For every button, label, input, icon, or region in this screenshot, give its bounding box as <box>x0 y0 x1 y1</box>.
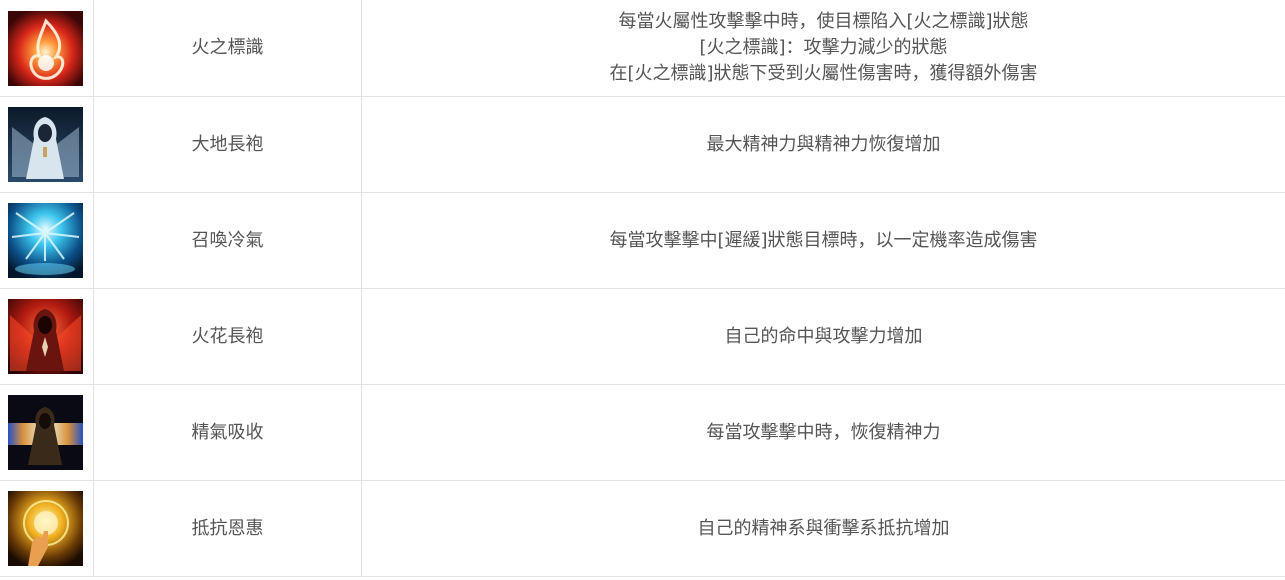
description-line: 每當攻擊擊中時，恢復精神力 <box>706 421 941 443</box>
table-row: 大地長袍 最大精神力與精神力恢復增加 <box>0 96 1285 193</box>
flame-mark-icon <box>8 10 83 86</box>
skill-table: 火之標識 每當火屬性攻擊擊中時，使目標陷入[火之標識]狀態 [火之標識]：攻擊力… <box>0 0 1285 577</box>
skill-name: 精氣吸收 <box>93 384 362 481</box>
skill-name: 大地長袍 <box>93 96 362 193</box>
icon-cell <box>0 384 94 481</box>
skill-description: 每當火屬性攻擊擊中時，使目標陷入[火之標識]狀態 [火之標識]：攻擊力減少的狀態… <box>361 0 1285 97</box>
icon-cell <box>0 192 94 289</box>
skill-description: 自己的精神系與衝擊系抵抗增加 <box>361 480 1285 577</box>
table-row: 火花長袍 自己的命中與攻擊力增加 <box>0 288 1285 385</box>
skill-name: 火花長袍 <box>93 288 362 385</box>
table-row: 召喚冷氣 每當攻擊擊中[遲緩]狀態目標時，以一定機率造成傷害 <box>0 192 1285 289</box>
frost-summon-icon <box>8 203 83 278</box>
icon-cell <box>0 288 94 385</box>
description-line: 自己的命中與攻擊力增加 <box>724 325 923 347</box>
resist-grace-icon <box>8 491 83 566</box>
skill-description: 每當攻擊擊中時，恢復精神力 <box>361 384 1285 481</box>
description-line: 在[火之標識]狀態下受到火屬性傷害時，獲得額外傷害 <box>609 63 1038 84</box>
description-line: 每當攻擊擊中[遲緩]狀態目標時，以一定機率造成傷害 <box>609 229 1038 251</box>
fire-robe-icon <box>8 299 83 374</box>
skill-name: 火之標識 <box>93 0 362 97</box>
icon-cell <box>0 96 94 193</box>
icon-cell <box>0 480 94 577</box>
table-row: 火之標識 每當火屬性攻擊擊中時，使目標陷入[火之標識]狀態 [火之標識]：攻擊力… <box>0 0 1285 97</box>
skill-description: 自己的命中與攻擊力增加 <box>361 288 1285 385</box>
description-line: 最大精神力與精神力恢復增加 <box>706 133 941 155</box>
icon-cell <box>0 0 94 97</box>
skill-name: 抵抗恩惠 <box>93 480 362 577</box>
skill-description: 最大精神力與精神力恢復增加 <box>361 96 1285 193</box>
description-line: 每當火屬性攻擊擊中時，使目標陷入[火之標識]狀態 <box>618 11 1029 32</box>
skill-name: 召喚冷氣 <box>93 192 362 289</box>
description-line: 自己的精神系與衝擊系抵抗增加 <box>697 517 950 539</box>
description-line: [火之標識]：攻擊力減少的狀態 <box>699 37 948 58</box>
earth-robe-icon <box>8 107 83 182</box>
spirit-absorb-icon <box>8 395 83 470</box>
skill-description: 每當攻擊擊中[遲緩]狀態目標時，以一定機率造成傷害 <box>361 192 1285 289</box>
table-row: 精氣吸收 每當攻擊擊中時，恢復精神力 <box>0 384 1285 481</box>
table-row: 抵抗恩惠 自己的精神系與衝擊系抵抗增加 <box>0 480 1285 577</box>
